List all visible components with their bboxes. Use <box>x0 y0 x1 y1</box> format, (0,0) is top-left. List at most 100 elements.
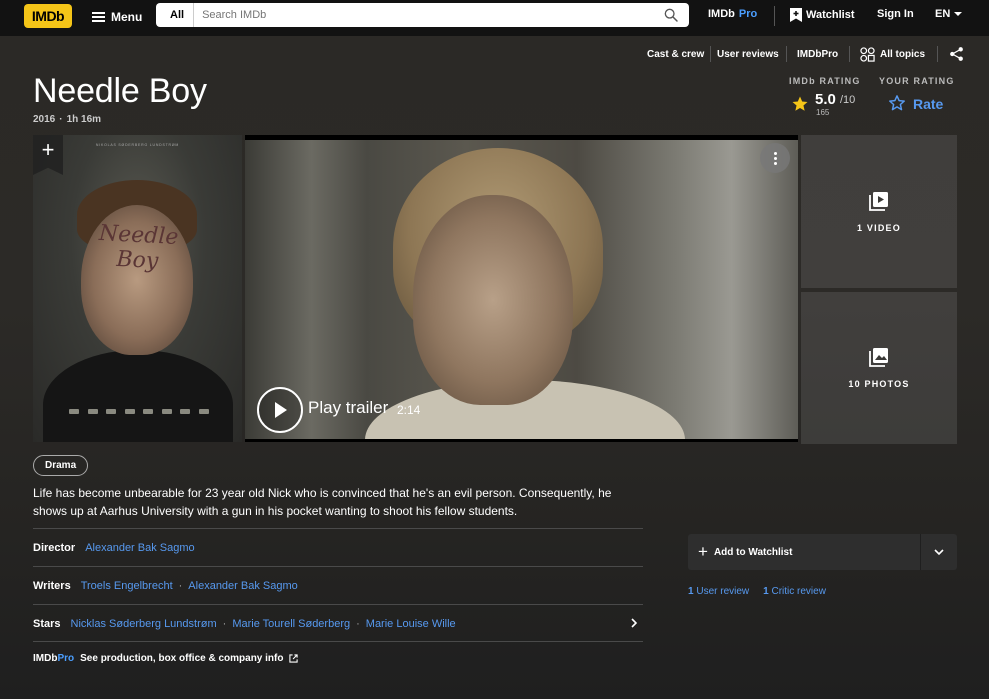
play-icon <box>275 402 287 418</box>
poster-figure-body <box>43 350 233 442</box>
title-year[interactable]: 2016 <box>33 114 55 125</box>
search-category-label: All <box>170 9 185 21</box>
subnav-divider <box>786 46 787 62</box>
user-reviews-link[interactable]: 1 User review <box>688 586 749 597</box>
search-bar: All <box>156 3 689 27</box>
imdb-rating-count: 165 <box>816 108 830 117</box>
subnav-cast-crew[interactable]: Cast & crew <box>647 47 704 61</box>
poster-image[interactable]: NIKOLAS SØDERBERG LUNDSTRØM Needle Boy <box>33 135 242 442</box>
photos-tile[interactable]: 10 PHOTOS <box>801 292 957 444</box>
plot-summary: Life has become unbearable for 23 year o… <box>33 486 612 518</box>
star-link[interactable]: Nicklas Søderberg Lundstrøm <box>71 618 217 630</box>
credits-bottom-divider <box>33 641 643 642</box>
external-link-icon <box>289 654 299 663</box>
video-library-icon <box>869 191 888 211</box>
top-navbar: IMDb Menu All IMDbPro Watchlist Sign In … <box>0 0 989 36</box>
watchlist-label: Watchlist <box>806 9 855 21</box>
videos-tile[interactable]: 1 VIDEO <box>801 135 957 288</box>
caret-down-icon <box>954 12 963 16</box>
thumbnail-figure-face <box>413 195 573 405</box>
poster-title-art: Needle Boy <box>98 220 179 275</box>
star-icon <box>792 96 808 111</box>
credit-separator: · <box>356 617 360 630</box>
your-rating-label: YOUR RATING <box>879 76 955 86</box>
photo-library-icon <box>869 348 888 367</box>
videos-count-label: 1 VIDEO <box>857 222 901 233</box>
search-icon[interactable] <box>663 7 679 23</box>
writers-label: Writers <box>33 579 71 592</box>
subnav-divider <box>849 46 850 62</box>
play-trailer-label[interactable]: Play trailer <box>308 398 388 418</box>
star-link[interactable]: Marie Tourell Søderberg <box>232 618 350 630</box>
menu-label: Menu <box>111 10 143 24</box>
watchlist-link[interactable]: Watchlist <box>790 8 855 22</box>
search-input[interactable] <box>194 4 663 26</box>
critic-review-label: Critic review <box>771 586 826 597</box>
review-links: 1 User review 1 Critic review <box>688 586 826 597</box>
watchlist-dropdown-toggle[interactable] <box>920 534 957 570</box>
plus-icon: + <box>698 542 708 561</box>
imdbpro-link[interactable]: IMDb Pro <box>708 8 757 20</box>
search-category-select[interactable]: All <box>156 3 195 27</box>
chevron-down-icon <box>934 548 944 555</box>
rate-button[interactable]: Rate <box>913 96 943 112</box>
add-to-watchlist-label: Add to Watchlist <box>713 546 793 558</box>
sign-in-label: Sign In <box>877 8 914 20</box>
subnav-divider <box>937 46 938 62</box>
hamburger-icon <box>92 12 105 22</box>
poster-credit-line: NIKOLAS SØDERBERG LUNDSTRØM <box>95 143 180 147</box>
stars-label: Stars <box>33 617 61 630</box>
user-review-count: 1 <box>688 586 694 597</box>
imdbpro-suffix: Pro <box>57 653 75 664</box>
imdbpro-suffix: Pro <box>738 8 758 20</box>
trailer-player[interactable]: Play trailer 2:14 <box>245 135 798 442</box>
subnav-all-topics[interactable]: All topics <box>860 46 926 62</box>
imdbpro-promo-link[interactable]: IMDbPro See production, box office & com… <box>33 653 299 664</box>
meta-dot: · <box>59 114 63 125</box>
trailer-duration: 2:14 <box>397 403 421 417</box>
subnav-user-reviews[interactable]: User reviews <box>717 47 779 61</box>
imdbpro-prefix: IMDb <box>708 8 735 20</box>
critic-reviews-link[interactable]: 1 Critic review <box>763 586 826 597</box>
genre-chip-drama[interactable]: Drama <box>33 455 89 476</box>
stars-row[interactable]: Stars Nicklas Søderberg Lundstrøm · Mari… <box>33 604 643 642</box>
add-to-watchlist-main[interactable]: + Add to Watchlist <box>688 534 920 570</box>
writer-link[interactable]: Alexander Bak Sagmo <box>188 580 297 592</box>
writer-link[interactable]: Troels Engelbrecht <box>81 580 173 592</box>
play-button[interactable] <box>257 387 303 433</box>
star-outline-icon[interactable] <box>888 94 906 112</box>
nav-divider <box>774 6 775 26</box>
director-link[interactable]: Alexander Bak Sagmo <box>85 542 194 554</box>
imdbpro-prefix: IMDb <box>33 653 58 664</box>
imdb-rating-scale: /10 <box>840 94 856 106</box>
imdb-rating-label: IMDb RATING <box>789 76 861 86</box>
writers-row: Writers Troels Engelbrecht · Alexander B… <box>33 566 643 604</box>
imdb-logo[interactable]: IMDb <box>24 4 72 28</box>
page-title: Needle Boy <box>33 72 207 110</box>
language-label: EN <box>935 8 951 20</box>
subnav-divider <box>710 46 711 62</box>
imdb-rating-value[interactable]: 5.0 <box>815 91 836 108</box>
star-link[interactable]: Marie Louise Wille <box>366 618 456 630</box>
credit-separator: · <box>222 617 227 630</box>
director-row: Director Alexander Bak Sagmo <box>33 528 643 566</box>
director-label: Director <box>33 541 76 554</box>
all-topics-label: All topics <box>880 48 926 60</box>
all-topics-icon <box>860 46 875 62</box>
language-selector[interactable]: EN <box>935 8 963 20</box>
menu-button[interactable]: Menu <box>92 8 142 26</box>
credit-separator: · <box>178 579 183 592</box>
imdbpro-promo-text: See production, box office & company inf… <box>80 653 284 664</box>
title-meta: 2016 · 1h 16m <box>33 114 105 125</box>
subnav-imdbpro[interactable]: IMDbPro <box>797 47 838 61</box>
chevron-right-icon[interactable] <box>629 618 639 628</box>
share-icon[interactable] <box>949 46 964 62</box>
more-options-icon[interactable] <box>760 143 790 173</box>
bookmark-plus-icon <box>790 8 802 22</box>
trailer-thumbnail <box>245 140 798 439</box>
sign-in-link[interactable]: Sign In <box>877 8 914 20</box>
add-to-watchlist-button[interactable]: + Add to Watchlist <box>688 534 957 570</box>
title-runtime: 1h 16m <box>66 114 102 125</box>
poster-sponsor-logos <box>69 409 209 414</box>
user-review-label: User review <box>696 586 750 597</box>
